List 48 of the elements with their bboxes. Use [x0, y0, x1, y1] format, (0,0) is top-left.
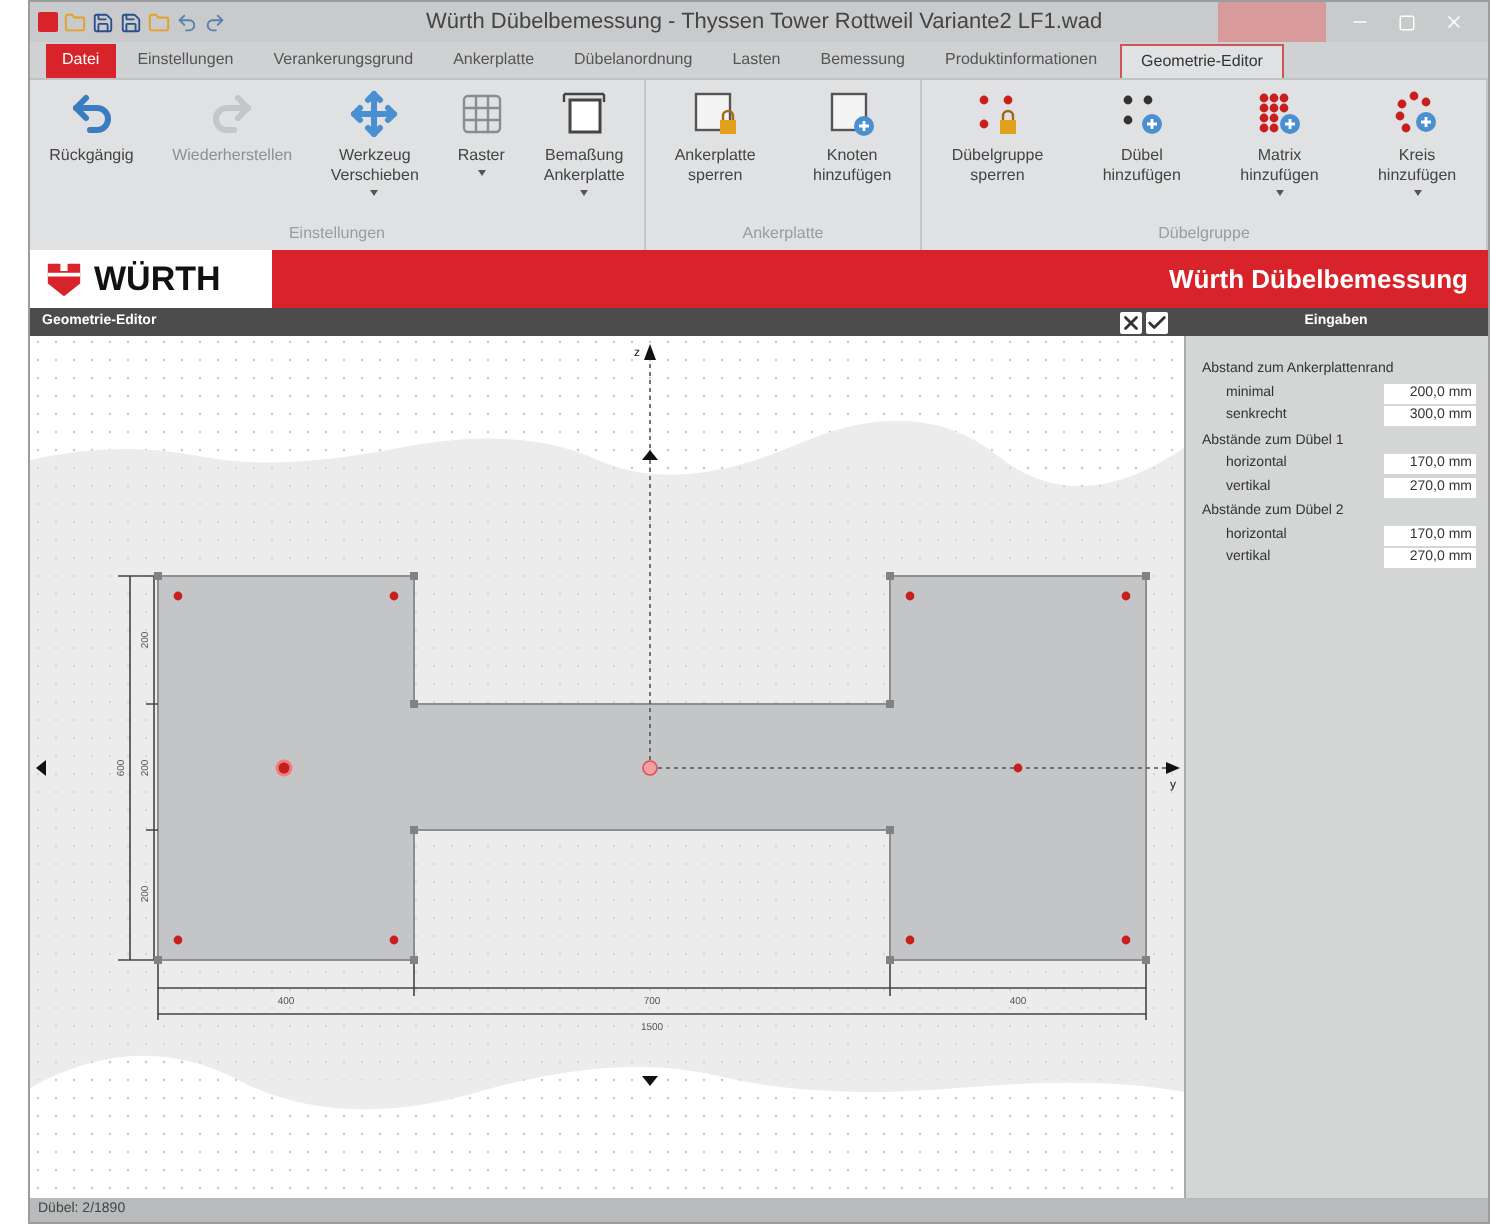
ribbon-tab[interactable]: Dübelanordnung — [556, 43, 711, 78]
ribbon-tab[interactable]: Produktinformationen — [926, 43, 1116, 78]
group-label: Einstellungen — [286, 221, 388, 246]
logo-text: WÜRTH — [94, 257, 221, 302]
dowel-circle-icon — [1393, 89, 1442, 138]
ribbon-button[interactable]: Knoten hinzufügen — [809, 89, 896, 186]
undo-icon[interactable] — [176, 11, 198, 33]
selected-dowel — [275, 759, 293, 777]
ribbon-tab[interactable]: Lasten — [714, 43, 799, 78]
save-all-icon[interactable] — [120, 11, 142, 33]
confirm-icon[interactable] — [1146, 311, 1168, 334]
ribbon-button[interactable]: Werkzeug Verschieben — [326, 89, 423, 196]
app-logo-icon — [38, 12, 58, 32]
scroll-arrow-left-icon[interactable] — [36, 760, 46, 777]
ribbon-button[interactable]: Kreis hinzufügen — [1373, 89, 1461, 196]
move-icon — [350, 89, 399, 138]
ribbon-tab[interactable]: Bemessung — [802, 43, 923, 78]
close-icon[interactable] — [1120, 311, 1142, 334]
group-label: Ankerplatte — [740, 221, 826, 246]
redo-icon[interactable] — [204, 11, 226, 33]
ribbon-button[interactable]: Rückgängig — [45, 89, 138, 166]
ribbon-button[interactable]: Raster — [453, 89, 510, 176]
ribbon-button[interactable]: Ankerplatte sperren — [670, 89, 760, 186]
logo-mark-icon — [46, 261, 82, 298]
add-node-icon — [828, 89, 877, 138]
ribbon-tab[interactable]: Ankerplatte — [435, 43, 553, 78]
grid-icon — [457, 89, 506, 138]
scroll-arrow-up-icon[interactable] — [642, 450, 658, 461]
ribbon-tab[interactable]: Verankerungsgrund — [255, 43, 432, 78]
window-title: Würth Dübelbemessung - Thyssen Tower Rottweil Variante2 LF1.wad — [426, 7, 1103, 38]
ribbon-tab[interactable]: Geometrie-Editor — [1119, 43, 1285, 78]
ribbon-button[interactable]: Matrix hinzufügen — [1236, 89, 1323, 196]
undo-icon — [67, 89, 116, 138]
brand-title: Würth Dübelbemessung — [1168, 261, 1468, 298]
save-icon[interactable] — [92, 11, 114, 33]
dowel-matrix-icon — [1255, 89, 1304, 138]
group-label: Dübelgruppe — [1156, 221, 1252, 246]
scroll-arrow-down-icon[interactable] — [642, 1076, 658, 1087]
ribbon-button[interactable]: Dübel hinzufügen — [1098, 89, 1185, 186]
frame-icon — [560, 89, 609, 138]
ribbon-tab[interactable]: Datei — [46, 43, 116, 78]
ribbon-tab[interactable]: Einstellungen — [119, 43, 252, 78]
ribbon-button[interactable]: Dübelgruppe sperren — [947, 89, 1048, 186]
locked-plate-icon — [691, 89, 740, 138]
context-tab-header — [1218, 2, 1326, 42]
ribbon-button[interactable]: Bemaßung Ankerplatte — [539, 89, 629, 196]
origin-marker — [642, 760, 658, 777]
redo-icon — [208, 89, 257, 138]
